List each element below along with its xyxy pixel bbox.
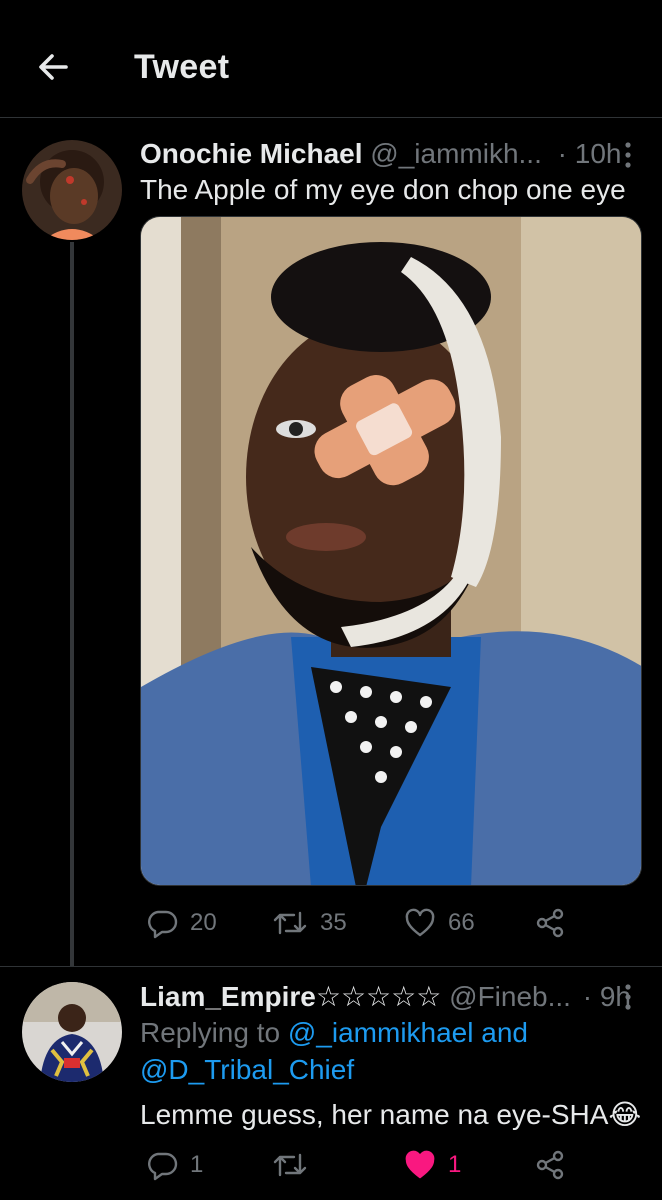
- tweet-header: Onochie Michael @_iammikh... · 10h: [140, 138, 621, 170]
- reply-icon: [148, 1152, 178, 1181]
- more-button[interactable]: [618, 140, 638, 170]
- reply-tweet-header: Liam_Empire☆☆☆☆☆ @Fineb... · 9h: [140, 980, 631, 1013]
- display-name[interactable]: Onochie Michael: [140, 138, 363, 169]
- reply-share-button[interactable]: [534, 1149, 566, 1181]
- share-icon: [536, 1150, 564, 1180]
- replying-to-mentions[interactable]: @_iammikhael and: [288, 1017, 528, 1048]
- like-count: 66: [448, 909, 475, 936]
- share-button[interactable]: [534, 907, 566, 939]
- like-icon: [405, 1150, 435, 1179]
- avatar-image: [22, 982, 122, 1082]
- reply-like-button[interactable]: 1: [404, 1149, 461, 1181]
- reply-handle[interactable]: @Fineb...: [449, 981, 571, 1012]
- avatar-image: [22, 140, 122, 240]
- reply-tweet-text: Lemme guess, her name na eye-SHA😂: [140, 1099, 642, 1130]
- page-title: Tweet: [134, 48, 230, 86]
- like-icon: [405, 908, 435, 937]
- replying-to-mention-2[interactable]: @D_Tribal_Chief: [140, 1054, 354, 1086]
- top-bar: Tweet: [0, 0, 662, 118]
- retweet-icon: [273, 1153, 307, 1177]
- media-image: [141, 217, 641, 885]
- thread-line: [70, 242, 74, 966]
- divider: [0, 966, 662, 967]
- back-button[interactable]: [28, 44, 76, 92]
- more-icon: [625, 984, 631, 1010]
- replying-to: Replying to @_iammikhael and: [140, 1017, 528, 1049]
- reply-like-count: 1: [448, 1151, 462, 1178]
- retweet-count: 35: [320, 909, 347, 936]
- timestamp[interactable]: · 10h: [558, 138, 622, 169]
- like-button[interactable]: 66: [404, 907, 475, 939]
- handle[interactable]: @_iammikh...: [370, 138, 542, 169]
- reply-more-button[interactable]: [618, 982, 638, 1012]
- tweet-media[interactable]: [140, 216, 642, 886]
- retweet-icon: [273, 911, 307, 935]
- tweet-text: The Apple of my eye don chop one eye: [140, 174, 626, 205]
- reply-button[interactable]: 20: [146, 907, 217, 939]
- retweet-button[interactable]: 35: [272, 907, 347, 939]
- reply-count: 20: [190, 909, 217, 936]
- reply-icon: [148, 910, 178, 939]
- replying-to-label: Replying to: [140, 1017, 281, 1048]
- reply-display-name[interactable]: Liam_Empire☆☆☆☆☆: [140, 981, 441, 1012]
- avatar-onochie[interactable]: [22, 140, 122, 240]
- more-icon: [625, 142, 631, 168]
- reply-reply-count: 1: [190, 1151, 204, 1178]
- share-icon: [536, 908, 564, 938]
- reply-reply-button[interactable]: 1: [146, 1149, 203, 1181]
- avatar-liam[interactable]: [22, 982, 122, 1082]
- reply-retweet-button[interactable]: [272, 1149, 320, 1181]
- back-arrow-icon: [39, 54, 68, 80]
